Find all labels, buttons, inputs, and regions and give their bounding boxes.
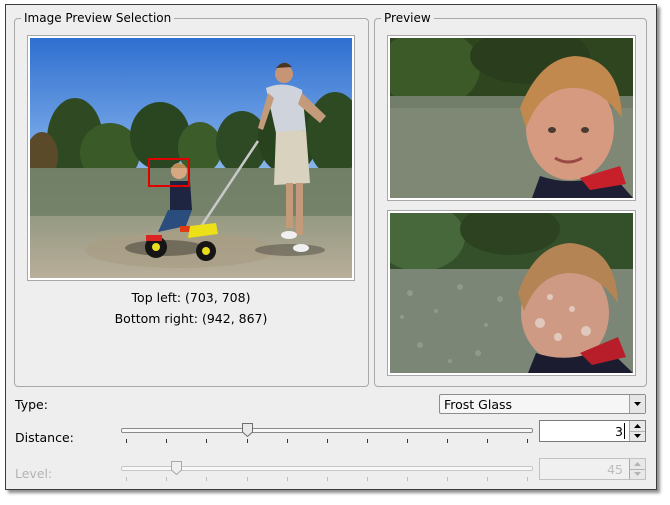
slider-tick bbox=[487, 477, 488, 481]
slider-tick bbox=[407, 439, 408, 443]
level-slider-handle[interactable] bbox=[171, 461, 182, 475]
text-cursor bbox=[624, 423, 625, 439]
effect-preview bbox=[387, 210, 636, 376]
slider-tick bbox=[166, 477, 167, 481]
distance-spinbox-value[interactable]: 3 bbox=[615, 424, 623, 439]
distance-slider[interactable] bbox=[116, 421, 536, 451]
slider-tick bbox=[327, 477, 328, 481]
distance-label: Distance: bbox=[15, 430, 74, 445]
slider-tick bbox=[447, 439, 448, 443]
selection-group-title: Image Preview Selection bbox=[21, 10, 175, 26]
preview-group: Preview bbox=[374, 10, 647, 387]
slider-tick bbox=[367, 477, 368, 481]
level-spin-buttons bbox=[629, 459, 645, 479]
type-combobox-value: Frost Glass bbox=[444, 397, 513, 412]
slider-tick bbox=[206, 439, 207, 443]
source-photo bbox=[30, 38, 352, 278]
level-spinbox-value[interactable]: 45 bbox=[607, 462, 623, 477]
original-preview bbox=[387, 35, 636, 201]
level-label: Level: bbox=[15, 466, 53, 481]
level-slider-track[interactable] bbox=[121, 466, 533, 471]
slider-tick bbox=[247, 439, 248, 443]
source-image-view[interactable] bbox=[27, 35, 355, 281]
chevron-down-icon[interactable] bbox=[629, 395, 645, 413]
preview-group-title: Preview bbox=[381, 10, 434, 26]
slider-tick bbox=[287, 439, 288, 443]
spin-down-icon[interactable] bbox=[630, 431, 645, 441]
type-label: Type: bbox=[15, 397, 48, 412]
distance-spin-buttons bbox=[629, 421, 645, 441]
image-editor-dialog: Image Preview Selection Top left: (703, … bbox=[5, 4, 657, 490]
slider-tick bbox=[407, 477, 408, 481]
slider-tick bbox=[247, 477, 248, 481]
slider-tick bbox=[327, 439, 328, 443]
slider-tick bbox=[206, 477, 207, 481]
image-preview-selection-group: Image Preview Selection Top left: (703, … bbox=[14, 10, 369, 387]
slider-tick bbox=[487, 439, 488, 443]
top-left-coordinates: Top left: (703, 708) bbox=[131, 290, 251, 305]
slider-tick bbox=[527, 477, 528, 481]
slider-tick bbox=[126, 439, 127, 443]
slider-tick bbox=[126, 477, 127, 481]
slider-tick bbox=[287, 477, 288, 481]
level-spinbox[interactable]: 45 bbox=[539, 458, 646, 480]
distance-slider-handle[interactable] bbox=[242, 423, 253, 437]
distance-slider-track[interactable] bbox=[121, 428, 533, 433]
slider-tick bbox=[367, 439, 368, 443]
slider-tick bbox=[527, 439, 528, 443]
bottom-right-coordinates: Bottom right: (942, 867) bbox=[114, 311, 268, 326]
original-preview-image bbox=[390, 38, 633, 198]
slider-tick bbox=[166, 439, 167, 443]
spin-down-icon[interactable] bbox=[630, 469, 645, 479]
level-slider[interactable] bbox=[116, 460, 536, 488]
type-combobox[interactable]: Frost Glass bbox=[439, 394, 646, 414]
distance-spinbox[interactable]: 3 bbox=[539, 420, 646, 442]
slider-tick bbox=[447, 477, 448, 481]
effect-preview-image bbox=[390, 213, 633, 373]
